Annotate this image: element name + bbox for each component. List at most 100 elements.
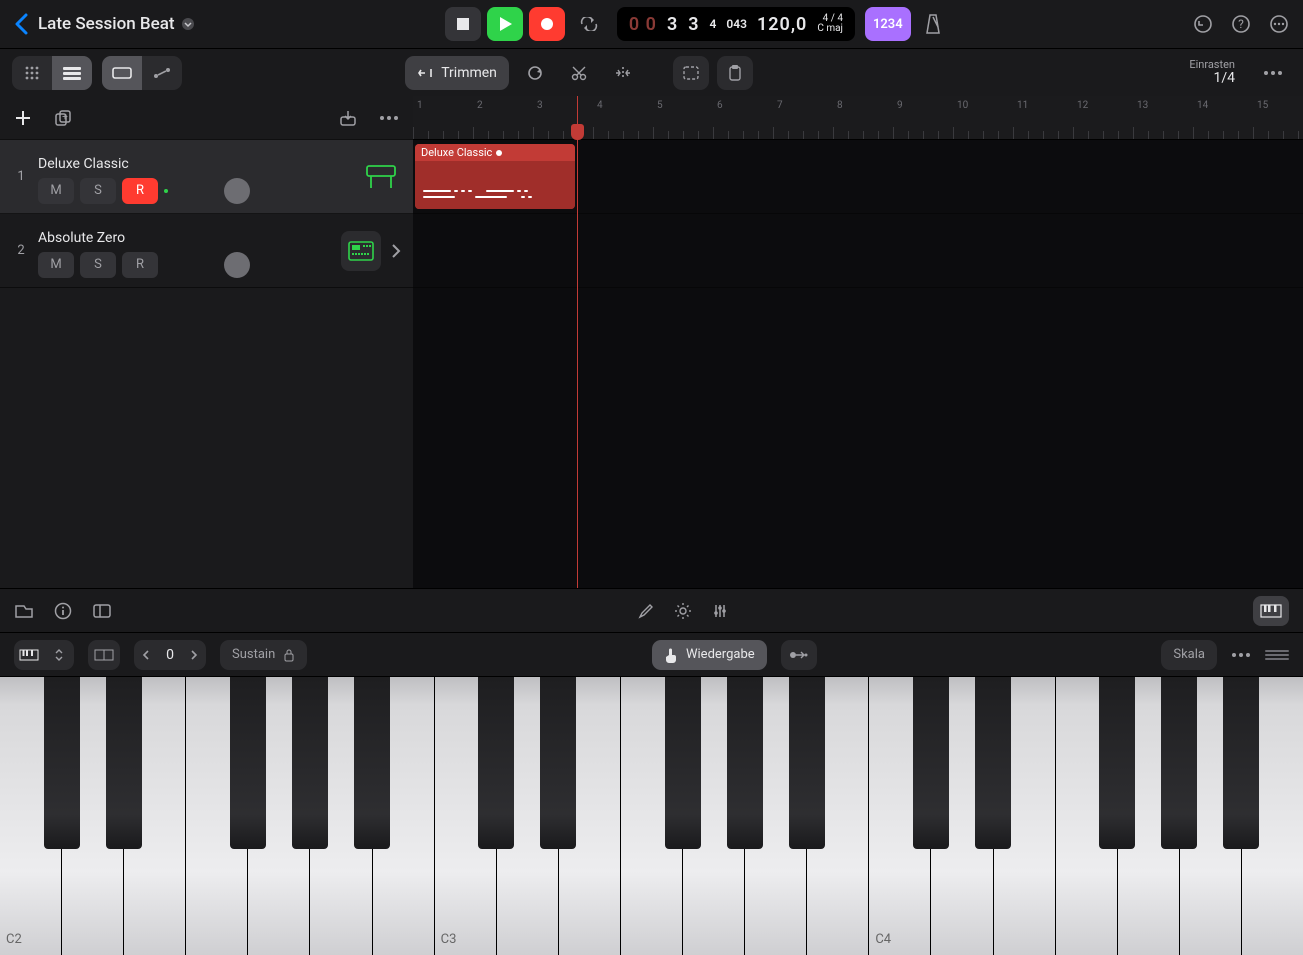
black-key[interactable]	[665, 677, 701, 849]
trim-tool-button[interactable]: Trimmen	[405, 56, 509, 90]
black-key[interactable]	[292, 677, 328, 849]
midi-region[interactable]: Deluxe Classic	[415, 144, 575, 209]
expand-track-button[interactable]	[391, 243, 401, 259]
ruler-bar-label: 6	[717, 100, 723, 111]
project-title[interactable]: Late Session Beat	[38, 14, 195, 34]
stop-button[interactable]	[445, 7, 481, 41]
mute-button[interactable]: M	[38, 252, 74, 278]
record-enable-button[interactable]: R	[122, 178, 158, 204]
split-tool-button[interactable]	[605, 56, 641, 90]
track-number: 1	[12, 169, 30, 184]
grid-view-icon[interactable]	[12, 56, 52, 90]
split-keyboard-button[interactable]	[88, 640, 120, 670]
lock-icon	[283, 648, 295, 662]
count-in-button[interactable]: 1234	[865, 7, 911, 41]
pencil-tool-button[interactable]	[638, 603, 654, 619]
track-header-more-button[interactable]	[379, 115, 399, 121]
lcd-bars: 3	[667, 14, 678, 35]
volume-knob[interactable]	[224, 252, 250, 278]
black-key[interactable]	[106, 677, 142, 849]
toolbar-more-button[interactable]	[1255, 56, 1291, 90]
undo-button[interactable]	[1193, 14, 1213, 34]
lcd-display[interactable]: 0 0 3 3 4 043 120,0 4 / 4 C maj	[617, 7, 855, 41]
instrument-icon[interactable]	[361, 157, 401, 197]
key-label: C3	[441, 932, 457, 947]
view-mode-segment[interactable]	[12, 56, 92, 90]
mute-button[interactable]: M	[38, 178, 74, 204]
lcd-tempo: 120,0	[757, 14, 807, 35]
loop-tool-button[interactable]	[517, 56, 553, 90]
track-lane[interactable]: Deluxe Classic	[413, 140, 1303, 214]
black-key[interactable]	[478, 677, 514, 849]
record-enable-button[interactable]: R	[122, 252, 158, 278]
scissors-tool-button[interactable]	[561, 56, 597, 90]
cycle-button[interactable]	[571, 7, 607, 41]
duplicate-track-button[interactable]: +	[54, 109, 72, 127]
black-key[interactable]	[1099, 677, 1135, 849]
black-key[interactable]	[230, 677, 266, 849]
octave-down-button[interactable]	[142, 649, 150, 661]
track-lane[interactable]	[413, 214, 1303, 288]
chevron-up-down-icon	[44, 648, 74, 662]
timeline-ruler[interactable]: 123456789101112131415	[413, 96, 1303, 140]
ruler-bar-label: 15	[1257, 100, 1268, 111]
glissando-button[interactable]	[781, 640, 817, 670]
add-track-button[interactable]	[14, 109, 32, 127]
black-key[interactable]	[913, 677, 949, 849]
more-button[interactable]	[1269, 14, 1289, 34]
instrument-icon[interactable]	[341, 231, 381, 271]
black-key[interactable]	[354, 677, 390, 849]
mixer-button[interactable]	[712, 603, 728, 619]
content-mode-segment[interactable]	[102, 56, 182, 90]
level-meter	[164, 182, 214, 200]
track-name: Absolute Zero	[38, 230, 329, 246]
black-key[interactable]	[1161, 677, 1197, 849]
snap-control[interactable]: Einrasten 1/4	[1189, 59, 1235, 86]
volume-knob[interactable]	[224, 178, 250, 204]
keyboard-more-button[interactable]	[1231, 652, 1251, 658]
panel-toggle-button[interactable]	[92, 603, 112, 619]
sustain-button[interactable]: Sustain	[220, 640, 307, 670]
play-button[interactable]	[487, 7, 523, 41]
clipboard-tool-button[interactable]	[717, 56, 753, 90]
back-button[interactable]	[14, 13, 28, 35]
solo-button[interactable]: S	[80, 178, 116, 204]
keyboard-view-button[interactable]	[1253, 596, 1289, 626]
scale-button[interactable]: Skala	[1161, 640, 1217, 670]
lcd-beats: 3	[688, 14, 699, 35]
playhead[interactable]	[577, 96, 578, 588]
piano-keyboard[interactable]: C2C3C4	[0, 676, 1303, 955]
import-button[interactable]	[339, 109, 357, 127]
automation-view-icon[interactable]	[142, 56, 182, 90]
region-view-icon[interactable]	[102, 56, 142, 90]
scale-label: Skala	[1173, 647, 1205, 662]
ruler-bar-label: 11	[1017, 100, 1028, 111]
record-button[interactable]	[529, 7, 565, 41]
key-label: C4	[875, 932, 891, 947]
octave-up-button[interactable]	[190, 649, 198, 661]
resize-handle[interactable]	[1265, 650, 1289, 660]
keyboard-mode-button[interactable]	[14, 640, 74, 670]
track-row[interactable]: 1 Deluxe Classic M S R	[0, 140, 413, 214]
trim-label: Trimmen	[441, 65, 497, 81]
metronome-button[interactable]	[923, 13, 943, 35]
ruler-bar-label: 2	[477, 100, 483, 111]
library-button[interactable]	[14, 603, 34, 619]
track-row[interactable]: 2 Absolute Zero M S R	[0, 214, 413, 288]
octave-control[interactable]: 0	[134, 640, 206, 670]
ruler-bar-label: 8	[837, 100, 843, 111]
loop-indicator-icon	[496, 150, 502, 156]
black-key[interactable]	[44, 677, 80, 849]
marquee-tool-button[interactable]	[673, 56, 709, 90]
play-mode-button[interactable]: Wiedergabe	[652, 640, 767, 670]
info-button[interactable]	[54, 602, 72, 620]
list-view-icon[interactable]	[52, 56, 92, 90]
black-key[interactable]	[727, 677, 763, 849]
black-key[interactable]	[540, 677, 576, 849]
black-key[interactable]	[975, 677, 1011, 849]
solo-button[interactable]: S	[80, 252, 116, 278]
black-key[interactable]	[1223, 677, 1259, 849]
brightness-button[interactable]	[674, 602, 692, 620]
help-button[interactable]: ?	[1231, 14, 1251, 34]
black-key[interactable]	[789, 677, 825, 849]
